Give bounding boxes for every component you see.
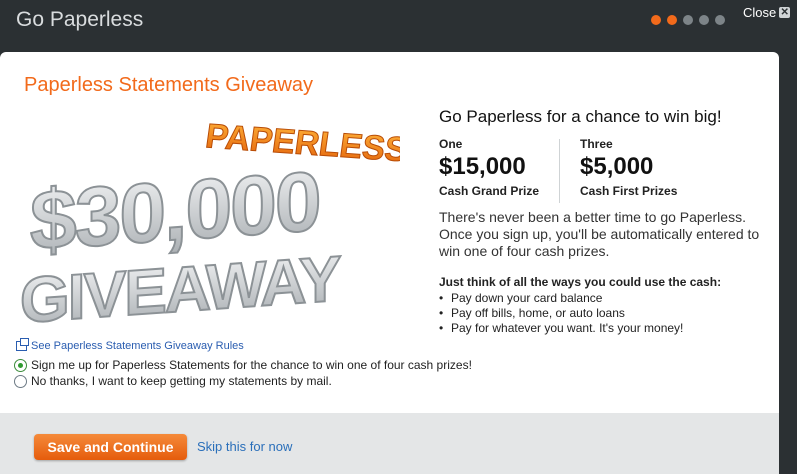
giveaway-title: Paperless Statements Giveaway [24, 74, 314, 96]
prize-count: One [439, 137, 463, 151]
progress-dot-3 [683, 15, 693, 25]
prize-info: Go Paperless for a chance to win big! On… [439, 107, 769, 336]
prize-amount: $5,000 [580, 153, 654, 180]
opt-in-label[interactable]: Sign me up for Paperless Statements for … [31, 358, 472, 372]
ways-list: Pay down your card balance Pay off bills… [439, 291, 683, 336]
prize-desc: Cash Grand Prize [439, 184, 540, 198]
opt-in-radio[interactable] [14, 358, 27, 372]
rules-link-label[interactable]: See Paperless Statements Giveaway Rules [31, 340, 244, 352]
intro-text: There's never been a better time to go P… [439, 209, 760, 259]
opt-in-option[interactable]: Sign me up for Paperless Statements for … [14, 358, 472, 372]
save-and-continue-button[interactable]: Save and Continue [34, 434, 187, 460]
giveaway-panel: Paperless Statements Giveaway PAPERLESS … [0, 52, 779, 413]
list-item: Pay down your card balance [439, 291, 683, 306]
progress-dot-2 [667, 15, 677, 25]
prize-list: One $15,000 Cash Grand Prize Three $5,00… [439, 137, 769, 207]
giveaway-logo-image: PAPERLESS $30,000 GIVEAWAY [19, 117, 400, 332]
prize-desc: Cash First Prizes [580, 184, 678, 198]
progress-dot-1 [651, 15, 661, 25]
list-item: Pay for whatever you want. It's your mon… [439, 321, 683, 336]
close-button[interactable]: Close ✕ [743, 5, 791, 20]
opt-out-label[interactable]: No thanks, I want to keep getting my sta… [31, 374, 332, 388]
progress-dots [651, 15, 725, 25]
progress-dot-5 [715, 15, 725, 25]
opt-out-radio[interactable] [14, 374, 27, 388]
prize-divider [559, 139, 560, 203]
top-bar: Go Paperless Close ✕ [0, 0, 797, 52]
prize-first: Three $5,000 Cash First Prizes [580, 137, 677, 198]
opt-out-option[interactable]: No thanks, I want to keep getting my sta… [14, 374, 332, 388]
new-window-icon [16, 338, 29, 351]
close-label: Close [743, 5, 777, 20]
ways-heading: Just think of all the ways you could use… [439, 275, 722, 289]
prize-count: Three [580, 137, 613, 151]
list-item: Pay off bills, home, or auto loans [439, 306, 683, 321]
headline: Go Paperless for a chance to win big! [439, 107, 722, 126]
prize-amount: $15,000 [439, 153, 526, 180]
prize-grand: One $15,000 Cash Grand Prize [439, 137, 539, 198]
skip-link[interactable]: Skip this for now [197, 439, 292, 454]
app-title: Go Paperless [16, 8, 144, 31]
rules-link[interactable]: See Paperless Statements Giveaway Rules [16, 338, 244, 352]
progress-dot-4 [699, 15, 709, 25]
close-icon[interactable]: ✕ [779, 7, 791, 18]
